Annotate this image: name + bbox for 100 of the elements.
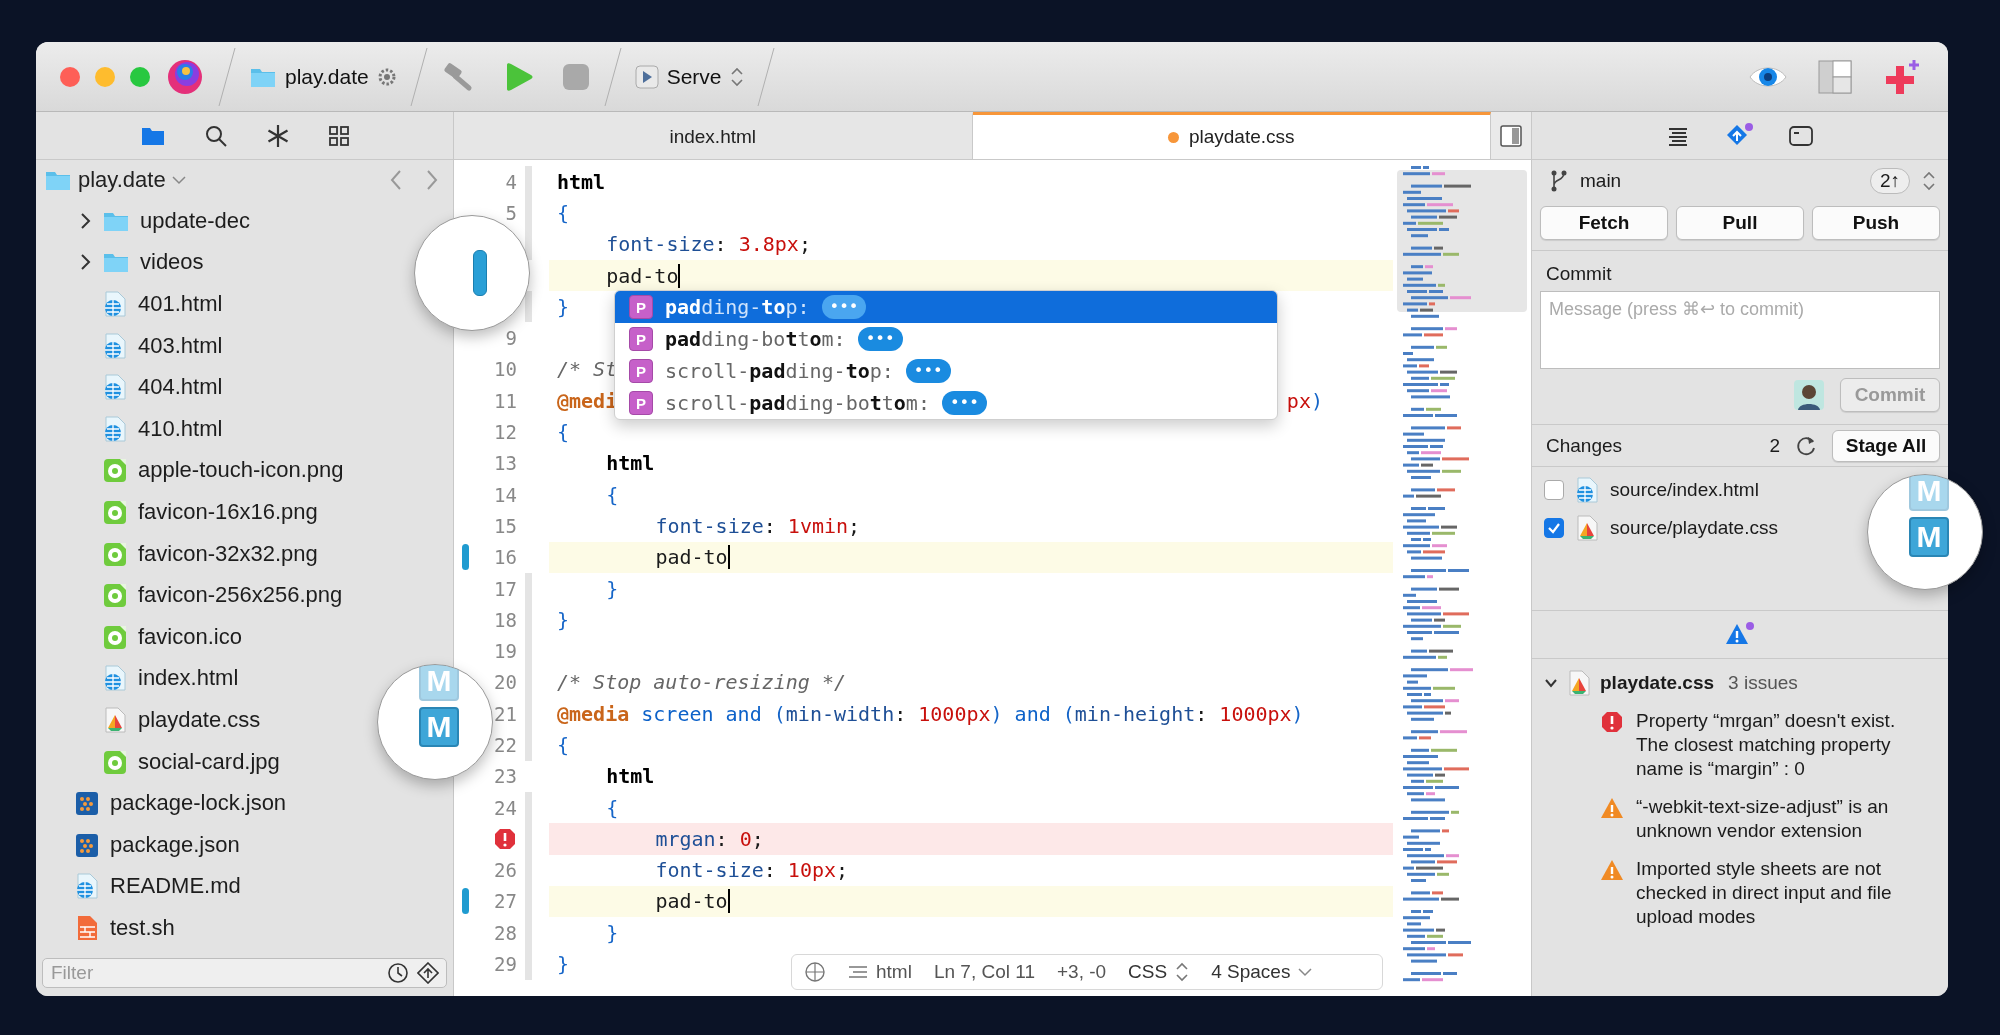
scheme-selector[interactable]: Serve (634, 64, 744, 89)
completion-item[interactable]: P scroll-padding-top: ••• (615, 355, 1277, 387)
issue-message[interactable]: Property “mrgan” doesn't exist. The closest matching property name is “margin” : 0 (1636, 709, 1930, 781)
code-line: @media screen and (min-width: 1000px) and (min-height: 1000px) (557, 701, 1304, 726)
checkbox[interactable] (1544, 518, 1564, 538)
details-pill[interactable]: ••• (941, 391, 987, 415)
branch-name: main (1580, 170, 1622, 192)
code-line: pad-to (655, 889, 728, 914)
filter-field[interactable]: Filter (42, 958, 447, 988)
console-icon[interactable] (1788, 124, 1814, 147)
file-item[interactable]: playdate.css (36, 699, 261, 741)
file-item[interactable]: package-lock.json (36, 782, 287, 824)
updown-icon (729, 65, 744, 88)
line-number: 11 (494, 389, 517, 412)
changed-file[interactable]: source/playdate.css (1610, 517, 1778, 539)
file-item[interactable]: social-card.jpg (36, 740, 280, 783)
line-number: 4 (505, 170, 517, 193)
language-selector[interactable]: CSS (1128, 961, 1190, 983)
file-item[interactable]: index.html (36, 657, 239, 700)
git-action-button[interactable]: Push (1812, 206, 1940, 240)
code-line: html (557, 169, 606, 194)
search-icon[interactable] (203, 123, 228, 148)
fold-bar[interactable] (525, 291, 532, 323)
checkbox[interactable] (1544, 480, 1564, 500)
line-number: 20 (494, 671, 517, 694)
chevron-right-icon[interactable] (78, 211, 92, 230)
file-item[interactable]: 404.html (36, 366, 223, 408)
code-line: html (606, 764, 655, 789)
fold-bar[interactable] (525, 791, 532, 824)
asterisk-icon[interactable] (265, 123, 290, 148)
warning-icon (1600, 796, 1624, 820)
diamond-icon[interactable] (417, 962, 439, 984)
code-line: font-size: 1vmin; (655, 513, 861, 538)
globe-file-icon (102, 664, 128, 693)
chevron-right-icon[interactable] (78, 253, 92, 272)
stepper-icon[interactable] (1922, 170, 1936, 192)
git-action-button[interactable]: Pull (1676, 206, 1804, 240)
git-action-button[interactable]: Fetch (1540, 206, 1668, 240)
clock-icon[interactable] (387, 962, 409, 984)
file-item[interactable]: update-dec (36, 200, 251, 242)
line-number: 23 (494, 765, 517, 788)
file-item[interactable]: 410.html (36, 407, 223, 450)
code-line: } (557, 294, 570, 319)
issue-message[interactable]: “-webkit-text-size-adjust” is an unknown vendor extension (1636, 795, 1930, 843)
split-view-button[interactable] (1491, 112, 1531, 159)
grid-icon[interactable] (327, 124, 350, 147)
modified-badge: M (1909, 475, 1949, 511)
fold-bar[interactable] (525, 228, 532, 260)
file-item[interactable]: apple-touch-icon.png (36, 449, 344, 492)
crosshair-icon[interactable] (804, 961, 826, 983)
line-number: 24 (494, 796, 517, 819)
file-item[interactable]: favicon.ico (36, 615, 242, 658)
stage-all-button[interactable]: Stage All (1832, 429, 1940, 462)
code-line: } (557, 952, 570, 977)
back-icon[interactable] (389, 168, 403, 192)
project-menu[interactable]: play.date (78, 167, 186, 193)
details-pill[interactable]: ••• (857, 327, 903, 351)
property-badge: P (629, 359, 653, 383)
file-item[interactable]: favicon-32x32.png (36, 532, 318, 575)
indent-selector[interactable]: 4 Spaces (1211, 961, 1313, 983)
close-button[interactable] (60, 66, 80, 87)
forward-icon[interactable] (425, 168, 439, 192)
completion-item[interactable]: P padding-top: ••• (615, 291, 1277, 323)
issue-message[interactable]: Imported style sheets are not checked in direct input and file upload modes (1636, 857, 1930, 929)
line-number: 27 (494, 890, 517, 913)
code-line: /* Stop auto-resizing */ (557, 670, 846, 695)
code-line: font-size: 3.8px; (606, 232, 811, 257)
file-item[interactable]: 401.html (36, 283, 223, 325)
changed-file[interactable]: source/index.html (1610, 479, 1759, 501)
error-icon (1600, 710, 1624, 734)
symbol-selector[interactable]: html (848, 961, 912, 983)
details-pill[interactable]: ••• (905, 359, 951, 383)
zoom-button[interactable] (130, 66, 150, 87)
code-line: { (606, 482, 619, 507)
project-button[interactable]: play.date (249, 64, 397, 89)
issue-file-name[interactable]: playdate.css (1600, 672, 1715, 694)
minimize-button[interactable] (95, 66, 115, 87)
file-item[interactable]: favicon-16x16.png (36, 491, 318, 533)
chevron-down-icon (171, 175, 186, 185)
completion-item[interactable]: P scroll-padding-bottom: ••• (615, 387, 1277, 419)
triangle-file-icon (1566, 669, 1592, 697)
layout-icon[interactable] (1818, 59, 1852, 94)
stop-icon[interactable] (560, 61, 591, 92)
file-item[interactable]: favicon-256x256.png (36, 574, 343, 616)
completion-item[interactable]: P padding-bottom: ••• (615, 323, 1277, 355)
modified-badge: M (419, 707, 459, 747)
gear-image-icon (102, 581, 128, 610)
code-line: } (606, 576, 619, 601)
fold-bar[interactable] (525, 572, 532, 605)
file-item[interactable]: README.md (36, 865, 241, 908)
file-item[interactable]: test.sh (36, 907, 175, 949)
gear-icon (376, 66, 397, 87)
chevron-down-icon (1298, 967, 1313, 977)
line-number: 15 (494, 514, 517, 537)
editor-tab[interactable]: playdate.css (972, 112, 1491, 159)
line-number: 10 (494, 358, 517, 381)
modified-badge: M (1909, 517, 1949, 557)
file-item[interactable]: videos (36, 241, 204, 284)
file-item[interactable]: 403.html (36, 324, 223, 367)
file-item[interactable]: package.json (36, 823, 240, 866)
